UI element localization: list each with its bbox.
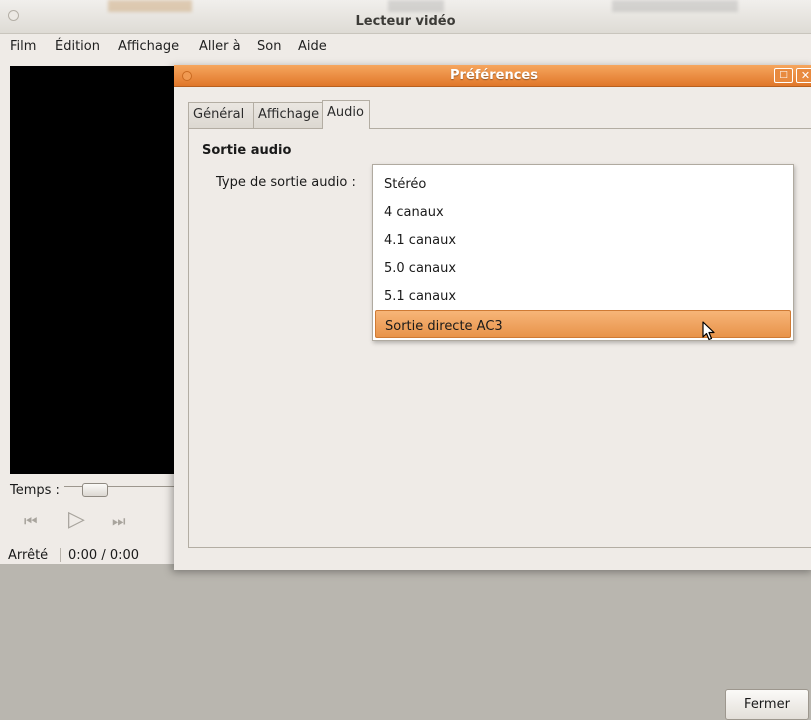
option-sortie-directe-ac3[interactable]: Sortie directe AC3 [375, 310, 791, 338]
menu-aller-a[interactable]: Aller à [199, 39, 241, 54]
status-time: 0:00 / 0:00 [68, 548, 140, 563]
option-stereo[interactable]: Stéréo [375, 169, 791, 197]
tab-general[interactable]: Général [188, 102, 254, 128]
menu-aide[interactable]: Aide [298, 39, 327, 54]
close-button[interactable]: Fermer [725, 689, 809, 720]
seek-slider[interactable] [64, 486, 174, 494]
option-5-1-canaux[interactable]: 5.1 canaux [375, 281, 791, 309]
next-icon[interactable]: ⏭ [112, 512, 126, 530]
menu-son[interactable]: Son [257, 39, 281, 54]
tab-affichage[interactable]: Affichage [253, 102, 323, 128]
maximize-icon[interactable]: □ [774, 68, 793, 83]
dialog-title: Préférences [450, 68, 538, 83]
audio-output-type-label: Type de sortie audio : [216, 175, 356, 190]
menu-edition[interactable]: Édition [55, 39, 100, 54]
menu-affichage[interactable]: Affichage [118, 39, 179, 54]
audio-output-dropdown[interactable]: Stéréo 4 canaux 4.1 canaux 5.0 canaux 5.… [372, 164, 794, 341]
menubar: Film Édition Affichage Aller à Son Aide [0, 34, 811, 60]
option-4-canaux[interactable]: 4 canaux [375, 197, 791, 225]
time-label: Temps : [10, 483, 60, 498]
menu-film[interactable]: Film [10, 39, 36, 54]
tab-audio[interactable]: Audio [322, 100, 370, 129]
background-window-blur [108, 0, 808, 12]
option-5-0-canaux[interactable]: 5.0 canaux [375, 253, 791, 281]
play-icon[interactable]: ▷ [68, 507, 85, 532]
previous-icon[interactable]: ⏮ [24, 512, 38, 530]
preferences-titlebar: Préférences □ ✕ [174, 65, 811, 87]
status-divider [60, 548, 61, 562]
seek-handle[interactable] [82, 483, 108, 497]
close-icon[interactable]: ✕ [796, 68, 811, 83]
window-title: Lecteur vidéo [355, 14, 456, 29]
main-titlebar: Lecteur vidéo [0, 0, 811, 34]
status-state: Arrêté [8, 548, 49, 563]
section-title: Sortie audio [202, 143, 292, 158]
option-4-1-canaux[interactable]: 4.1 canaux [375, 225, 791, 253]
mouse-cursor-icon [702, 321, 715, 341]
preferences-dialog: Préférences □ ✕ Général Affichage Audio … [174, 65, 811, 720]
